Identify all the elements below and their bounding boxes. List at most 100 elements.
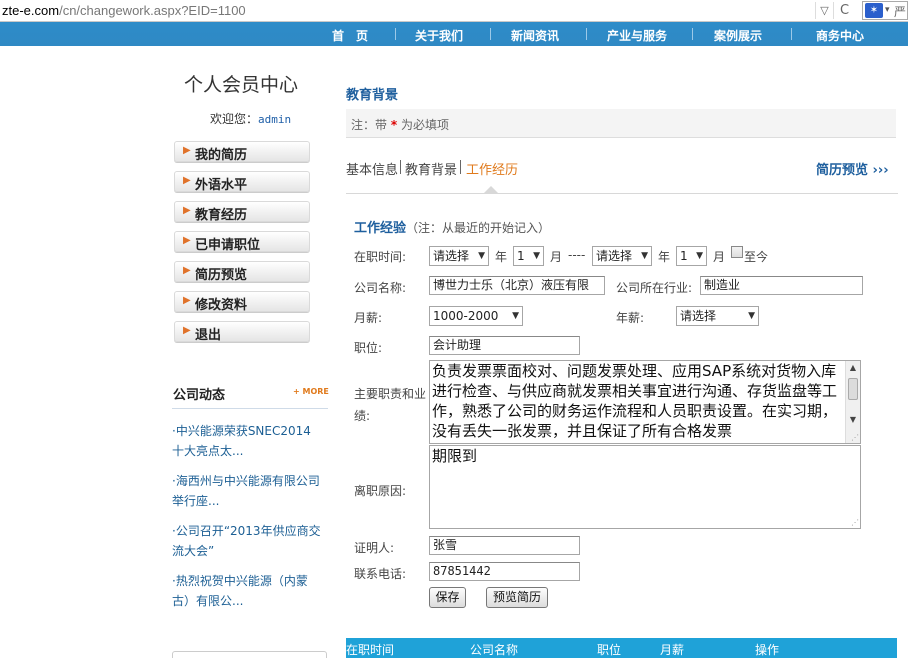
tab-work-experience[interactable]: 工作经历 <box>466 159 518 178</box>
chevron-down-icon: ▼ <box>696 251 703 261</box>
scroll-down-icon[interactable]: ▼ <box>846 413 860 427</box>
sidebar-item-logout[interactable]: ▶ 退出 <box>174 321 310 343</box>
arrow-right-icon: ▶ <box>183 175 191 186</box>
period-label: 在职时间: <box>354 250 407 264</box>
sidebar-item-language[interactable]: ▶ 外语水平 <box>174 171 310 193</box>
username[interactable]: admin <box>258 113 291 126</box>
sidebar-item-label: 修改资料 <box>195 298 248 313</box>
column-header: 职位 <box>597 643 622 657</box>
scroll-up-icon[interactable]: ▲ <box>846 361 860 375</box>
reference-input[interactable]: 张雪 <box>429 536 580 555</box>
end-year-value: 请选择 <box>596 249 633 263</box>
sidebar-item-label: 教育经历 <box>195 208 248 223</box>
end-year-select[interactable]: 请选择 ▼ <box>592 246 652 266</box>
company-input[interactable]: 博世力士乐（北京）液压有限 <box>429 276 605 295</box>
salary-select[interactable]: 1000-2000 ▼ <box>429 306 523 326</box>
required-hint: 注：带 * 为必填项 <box>351 116 449 133</box>
arrow-right-icon: ▶ <box>183 295 191 306</box>
welcome-label: 欢迎您： <box>210 112 259 126</box>
position-label: 职位: <box>354 341 383 355</box>
tab-basic-info[interactable]: 基本信息 <box>346 159 398 178</box>
news-item[interactable]: ·热烈祝贺中兴能源（内蒙古）有限公... <box>172 571 322 611</box>
address-bar[interactable]: zte-e.com/cn/changework.aspx?EID=1100 ▽ … <box>0 0 908 22</box>
sidebar-item-edit-profile[interactable]: ▶ 修改资料 <box>174 291 310 313</box>
arrow-right-icon: ▶ <box>183 145 191 156</box>
tab-separator <box>400 160 401 174</box>
month-label: 月 <box>550 250 563 264</box>
annual-salary-value: 请选择 <box>680 309 717 323</box>
reference-label: 证明人: <box>354 541 395 555</box>
sidebar-item-resume-preview[interactable]: ▶ 简历预览 <box>174 261 310 283</box>
salary-label: 月薪: <box>354 311 383 325</box>
browser-search-box[interactable]: ✶ ▾ 严 <box>862 1 908 20</box>
hint-suffix: 为必填项 <box>400 118 449 132</box>
url-dropdown-icon[interactable]: ▽ <box>815 2 833 19</box>
tab-separator <box>460 160 461 174</box>
leave-reason-textarea[interactable]: 期限到 ⋰ <box>429 445 861 529</box>
annual-salary-select[interactable]: 请选择 ▼ <box>676 306 759 326</box>
search-engine-icon[interactable]: ✶ <box>865 3 883 18</box>
tab-divider <box>346 193 898 194</box>
chevron-down-icon: ▼ <box>641 251 648 261</box>
nav-cases[interactable]: 案例展示 <box>714 27 762 44</box>
phone-input[interactable]: 87851442 <box>429 562 580 581</box>
start-year-select[interactable]: 请选择 ▼ <box>429 246 489 266</box>
welcome-text: 欢迎您：admin <box>210 110 291 127</box>
resume-preview-link[interactable]: 简历预览 ››› <box>816 159 889 178</box>
industry-label: 公司所在行业: <box>616 281 693 295</box>
nav-industry[interactable]: 产业与服务 <box>607 27 667 44</box>
duties-scrollbar[interactable]: ▲ ▼ <box>845 361 860 443</box>
duties-label-cont: 绩: <box>354 409 371 423</box>
tab-education[interactable]: 教育背景 <box>405 159 457 178</box>
chevron-down-icon: ▼ <box>748 311 755 321</box>
search-engine-dropdown-icon[interactable]: ▾ <box>885 2 890 18</box>
salary-value: 1000-2000 <box>433 309 499 323</box>
nav-news[interactable]: 新闻资讯 <box>511 27 559 44</box>
until-now-checkbox[interactable] <box>731 246 743 258</box>
nav-separator <box>395 28 396 40</box>
news-item[interactable]: ·公司召开“2013年供应商交流大会” <box>172 521 322 561</box>
end-month-select[interactable]: 1 ▼ <box>676 246 707 266</box>
start-year-value: 请选择 <box>433 249 470 263</box>
news-item[interactable]: ·中兴能源荣获SNEC2014十大亮点太... <box>172 421 322 461</box>
annual-salary-label: 年薪: <box>616 311 645 325</box>
resize-grip-icon[interactable]: ⋰ <box>851 519 859 527</box>
news-item[interactable]: ·海西州与中兴能源有限公司举行座... <box>172 471 322 511</box>
start-month-select[interactable]: 1 ▼ <box>513 246 544 266</box>
nav-about[interactable]: 关于我们 <box>415 27 463 44</box>
column-header: 操作 <box>755 643 780 657</box>
work-history-table-header: 在职时间 公司名称 职位 月薪 操作 <box>346 638 897 658</box>
reload-icon[interactable]: C <box>833 2 855 19</box>
sidebar-item-label: 我的简历 <box>195 148 248 163</box>
sidebar-item-applied-jobs[interactable]: ▶ 已申请职位 <box>174 231 310 253</box>
hint-prefix: 注：带 <box>351 118 388 132</box>
year-label: 年 <box>495 250 508 264</box>
news-more-link[interactable]: + MORE <box>293 387 329 396</box>
sidebar-item-label: 退出 <box>195 328 222 343</box>
save-button[interactable]: 保存 <box>429 587 466 608</box>
member-center-title: 个人会员中心 <box>184 74 299 96</box>
nav-separator <box>586 28 587 40</box>
form-title-note: （注：从最近的开始记入） <box>406 221 551 235</box>
nav-business[interactable]: 商务中心 <box>816 27 864 44</box>
work-experience-title: 工作经验（注：从最近的开始记入） <box>354 217 550 236</box>
section-title: 教育背景 <box>346 88 399 103</box>
chevron-down-icon: ▼ <box>533 251 540 261</box>
sidebar-item-my-resume[interactable]: ▶ 我的简历 <box>174 141 310 163</box>
until-now-label: 至今 <box>744 250 769 264</box>
column-header: 公司名称 <box>470 643 519 657</box>
form-title: 工作经验 <box>354 221 407 236</box>
sidebar-item-education[interactable]: ▶ 教育经历 <box>174 201 310 223</box>
required-hint-box: 注：带 * 为必填项 <box>346 109 896 138</box>
year-label: 年 <box>658 250 671 264</box>
nav-separator <box>692 28 693 40</box>
column-header: 月薪 <box>660 643 685 657</box>
duties-textarea[interactable]: 负责发票票面校对、问题发票处理、应用SAP系统对货物入库进行检查、与供应商就发票… <box>429 360 861 444</box>
scroll-thumb[interactable] <box>848 378 858 400</box>
preview-resume-button[interactable]: 预览简历 <box>486 587 548 608</box>
url-text[interactable]: zte-e.com/cn/changework.aspx?EID=1100 <box>2 3 246 18</box>
position-input[interactable]: 会计助理 <box>429 336 580 355</box>
nav-home[interactable]: 首 页 <box>332 27 368 44</box>
resize-grip-icon[interactable]: ⋰ <box>851 434 859 442</box>
industry-input[interactable]: 制造业 <box>700 276 863 295</box>
